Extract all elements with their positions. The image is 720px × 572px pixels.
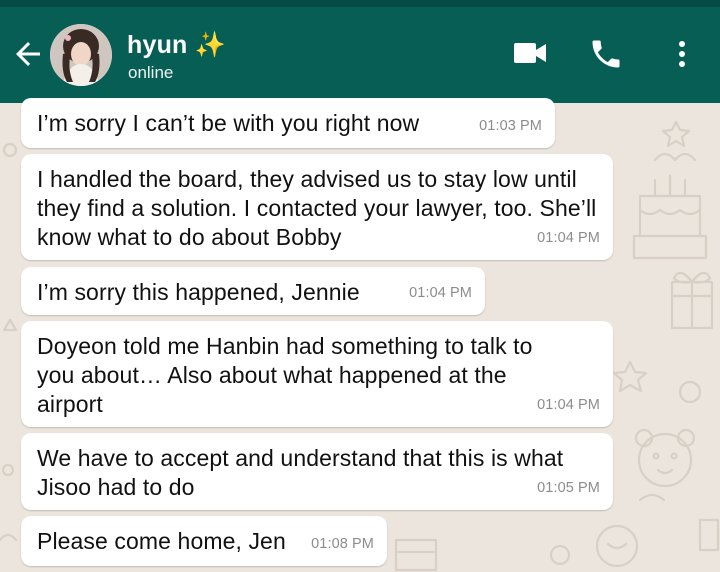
message-bubble[interactable]: I’m sorry this happened, Jennie 01:04 PM: [21, 267, 485, 315]
contact-name-text: hyun: [127, 31, 188, 59]
contact-name[interactable]: hyun ✨: [127, 31, 226, 60]
message-time: 01:04 PM: [409, 285, 472, 301]
contact-status: online: [128, 63, 174, 82]
status-bar: [0, 0, 720, 7]
message-time: 01:05 PM: [537, 480, 600, 496]
message-text: I handled the board, they advised us to …: [37, 166, 597, 250]
message-bubble[interactable]: Please come home, Jen 01:08 PM: [21, 516, 387, 566]
message-text: We have to accept and understand that th…: [37, 445, 564, 500]
sparkles-emoji: ✨: [194, 31, 227, 59]
message-bubble[interactable]: I’m sorry I can’t be with you right now …: [21, 98, 555, 148]
more-options-icon[interactable]: [670, 36, 694, 72]
message-time: 01:04 PM: [537, 397, 600, 413]
message-bubble[interactable]: Doyeon told me Hanbin had something to t…: [21, 321, 613, 427]
message-text: I’m sorry this happened, Jennie: [37, 279, 360, 305]
avatar-photo: [50, 24, 112, 86]
message-time: 01:03 PM: [479, 118, 542, 134]
message-bubble[interactable]: We have to accept and understand that th…: [21, 433, 613, 510]
avatar[interactable]: [50, 24, 112, 86]
phone-icon[interactable]: [588, 36, 624, 72]
message-text: I’m sorry I can’t be with you right now: [37, 110, 420, 136]
chat-header: hyun ✨ online: [0, 0, 720, 103]
back-arrow-icon[interactable]: [10, 36, 46, 72]
message-bubble[interactable]: I handled the board, they advised us to …: [21, 154, 613, 260]
video-call-icon[interactable]: [512, 38, 548, 68]
message-text: Doyeon told me Hanbin had something to t…: [37, 333, 533, 417]
message-time: 01:04 PM: [537, 230, 600, 246]
message-time: 01:08 PM: [311, 536, 374, 552]
